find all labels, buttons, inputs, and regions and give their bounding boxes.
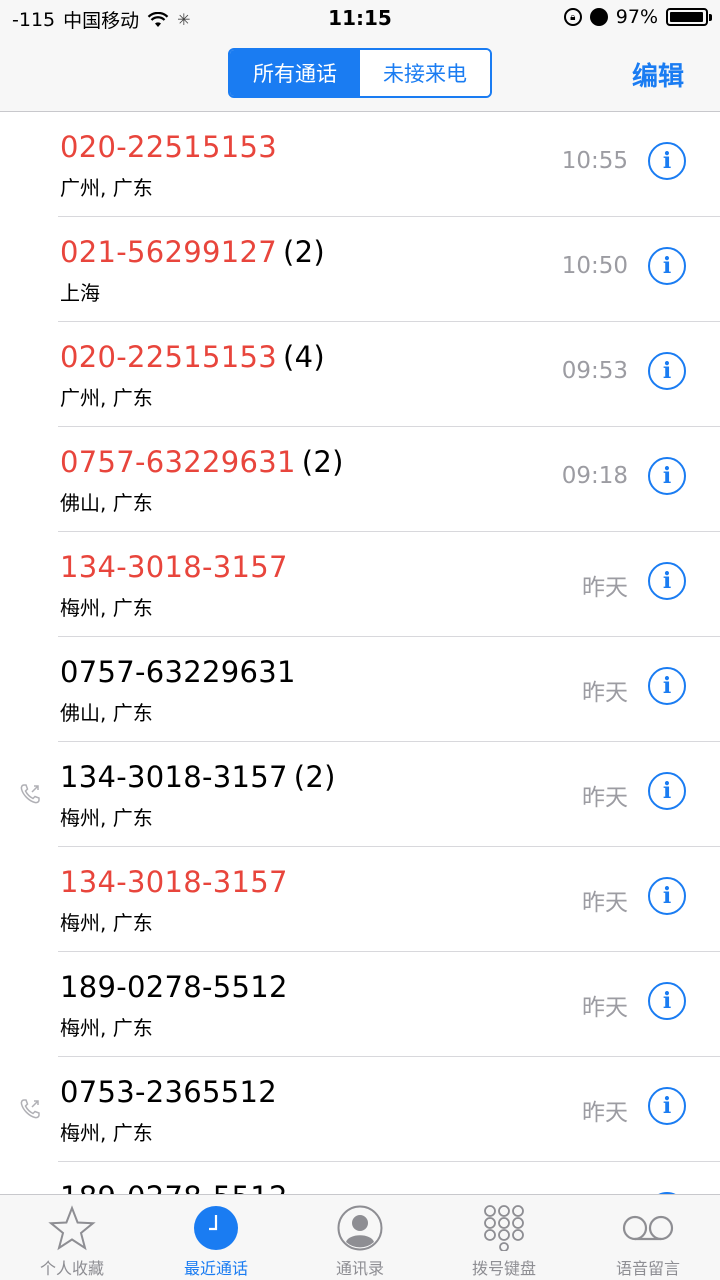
call-count: (2): [301, 445, 344, 479]
tab-label: 个人收藏: [39, 1259, 104, 1278]
call-row[interactable]: 134-3018-3157 梅州, 广东 昨天 i: [0, 532, 720, 637]
clock-icon: [193, 1205, 239, 1251]
call-number-text: 0753-2365512: [60, 1075, 278, 1109]
call-number-text: 0757-63229631: [60, 445, 296, 479]
outgoing-call-icon: [18, 782, 42, 806]
tab-star[interactable]: 个人收藏: [0, 1195, 144, 1280]
call-location: 梅州, 广东: [60, 911, 153, 935]
tab-contact[interactable]: 通讯录: [288, 1195, 432, 1280]
call-number-text: 021-56299127: [60, 235, 278, 269]
call-location: 梅州, 广东: [60, 1121, 153, 1145]
call-number: 020-22515153: [60, 130, 283, 164]
rotation-lock-icon: 🔒︎: [563, 8, 582, 26]
call-count: (2): [293, 760, 336, 794]
call-row[interactable]: 020-22515153 (4) 广州, 广东 09:53 i: [0, 322, 720, 427]
segment-all-calls[interactable]: 所有通话: [230, 50, 360, 96]
call-number: 021-56299127 (2): [60, 235, 325, 269]
call-location: 佛山, 广东: [60, 701, 153, 725]
info-icon[interactable]: i: [648, 877, 686, 915]
call-number-text: 020-22515153: [60, 130, 278, 164]
call-location: 梅州, 广东: [60, 596, 153, 620]
call-number: 0753-2365512: [60, 1075, 283, 1109]
call-location: 佛山, 广东: [60, 491, 153, 515]
call-row[interactable]: 021-56299127 (2) 上海 10:50 i: [0, 217, 720, 322]
call-time: 昨天: [582, 890, 628, 916]
info-icon[interactable]: i: [648, 142, 686, 180]
tab-clock[interactable]: 最近通话: [144, 1195, 288, 1280]
call-number-text: 134-3018-3157: [60, 760, 288, 794]
tab-voicemail[interactable]: 语音留言: [576, 1195, 720, 1280]
voicemail-icon: [620, 1205, 676, 1251]
call-time: 09:53: [561, 358, 628, 384]
alarm-icon: [589, 8, 608, 26]
tab-bar: 个人收藏 最近通话 通讯录 拨号键盘 语音留言: [0, 1194, 720, 1280]
call-row[interactable]: 0757-63229631 佛山, 广东 昨天 i: [0, 637, 720, 742]
call-number-text: 020-22515153: [60, 340, 278, 374]
keypad-icon: [481, 1205, 527, 1251]
recent-calls-list: 020-22515153 广州, 广东 10:55 i 021-56299127 (2) 上…: [0, 112, 720, 1194]
call-location: 广州, 广东: [60, 386, 153, 410]
status-bar: -115 中国移动 ✳ 11:15 🔒︎ 97%: [0, 0, 720, 38]
call-location: 广州, 广东: [60, 176, 153, 200]
call-time: 10:50: [561, 253, 628, 279]
call-number: 0757-63229631 (2): [60, 445, 344, 479]
call-number: 0757-63229631: [60, 655, 302, 689]
call-time: 10:55: [561, 148, 628, 174]
nav-header: 所有通话 未接来电 编辑: [0, 38, 720, 112]
call-time: 昨天: [582, 995, 628, 1021]
call-number: 020-22515153 (4): [60, 340, 325, 374]
call-number-text: 134-3018-3157: [60, 550, 288, 584]
call-count: (2): [283, 235, 326, 269]
tab-label: 拨号键盘: [471, 1259, 536, 1278]
tab-label: 语音留言: [615, 1259, 680, 1278]
call-time: 昨天: [582, 680, 628, 706]
call-number-text: 189-0278-5512: [60, 1180, 288, 1194]
call-time: 昨天: [582, 1100, 628, 1126]
call-row[interactable]: 134-3018-3157 梅州, 广东 昨天 i: [0, 847, 720, 952]
call-time: 昨天: [582, 575, 628, 601]
call-filter-segmented-control: 所有通话 未接来电: [228, 48, 492, 98]
call-row[interactable]: 189-0278-5512 梅州, 广东 昨天 i: [0, 952, 720, 1057]
info-icon[interactable]: i: [648, 352, 686, 390]
star-icon: [48, 1205, 96, 1251]
call-row[interactable]: 0753-2365512 梅州, 广东 昨天 i: [0, 1057, 720, 1162]
call-row[interactable]: 020-22515153 广州, 广东 10:55 i: [0, 112, 720, 217]
info-icon[interactable]: i: [648, 562, 686, 600]
info-icon[interactable]: i: [648, 982, 686, 1020]
tab-label: 最近通话: [183, 1259, 248, 1278]
call-number: 189-0278-5512: [60, 970, 294, 1004]
tab-label: 通讯录: [335, 1259, 384, 1278]
call-row[interactable]: 189-0278-5512i: [0, 1162, 720, 1194]
call-location: 梅州, 广东: [60, 806, 153, 830]
battery-percent: 97%: [615, 6, 658, 28]
call-number: 134-3018-3157 (2): [60, 760, 336, 794]
call-row[interactable]: 0757-63229631 (2) 佛山, 广东 09:18 i: [0, 427, 720, 532]
call-count: (4): [283, 340, 326, 374]
segment-missed-calls[interactable]: 未接来电: [360, 50, 490, 96]
call-row[interactable]: 134-3018-3157 (2) 梅州, 广东 昨天 i: [0, 742, 720, 847]
status-right: 🔒︎ 97%: [563, 6, 712, 28]
battery-icon: [666, 8, 712, 26]
call-number: 134-3018-3157: [60, 865, 294, 899]
call-number: 134-3018-3157: [60, 550, 294, 584]
call-number-text: 189-0278-5512: [60, 970, 288, 1004]
tab-keypad[interactable]: 拨号键盘: [432, 1195, 576, 1280]
call-number: 189-0278-5512: [60, 1180, 294, 1194]
contact-icon: [337, 1205, 383, 1251]
call-time: 09:18: [561, 463, 628, 489]
info-icon[interactable]: i: [648, 667, 686, 705]
info-icon[interactable]: i: [648, 1087, 686, 1125]
info-icon[interactable]: i: [648, 247, 686, 285]
call-time: 昨天: [582, 785, 628, 811]
outgoing-call-icon: [18, 1097, 42, 1121]
call-number-text: 0757-63229631: [60, 655, 296, 689]
info-icon[interactable]: i: [648, 457, 686, 495]
info-icon[interactable]: i: [648, 772, 686, 810]
call-number-text: 134-3018-3157: [60, 865, 288, 899]
call-location: 梅州, 广东: [60, 1016, 153, 1040]
call-location: 上海: [60, 281, 100, 305]
edit-button[interactable]: 编辑: [632, 56, 684, 93]
